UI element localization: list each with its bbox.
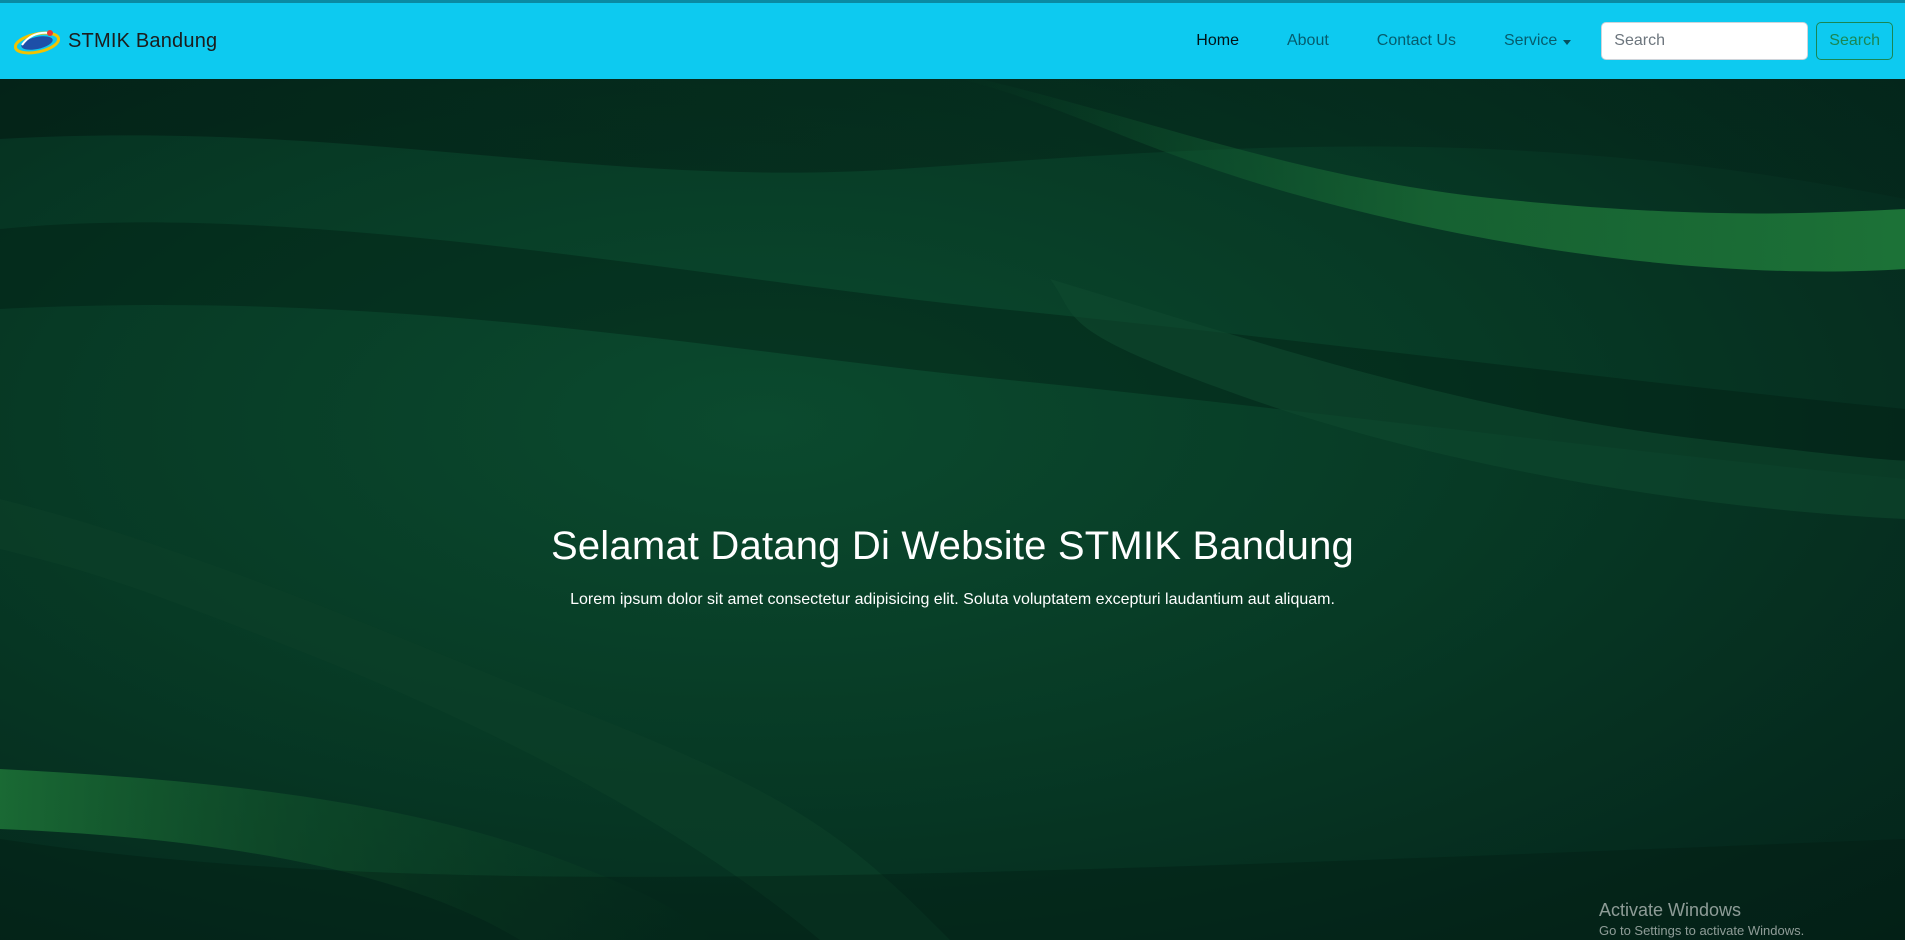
search-input[interactable] (1601, 22, 1809, 60)
hero-content: Selamat Datang Di Website STMIK Bandung … (0, 524, 1905, 609)
nav-link-home[interactable]: Home (1172, 24, 1263, 58)
navbar: STMIK Bandung Home About Contact Us Serv… (0, 0, 1905, 79)
nav-link-about[interactable]: About (1263, 24, 1353, 58)
nav-menu: Home About Contact Us Service Search (1172, 22, 1893, 60)
nav-link-label: About (1286, 32, 1329, 49)
stmik-logo-icon (13, 30, 61, 55)
activate-windows-watermark: Activate Windows Go to Settings to activ… (1599, 900, 1804, 938)
nav-dropdown-service[interactable]: Service (1480, 24, 1595, 58)
hero-title: Selamat Datang Di Website STMIK Bandung (550, 524, 1354, 568)
nav-link-label: Contact Us (1376, 32, 1456, 49)
hero-subtitle: Lorem ipsum dolor sit amet consectetur a… (570, 591, 1335, 608)
nav-link-label: Home (1196, 32, 1239, 49)
hero-background-waves (0, 79, 1905, 940)
search-button[interactable]: Search (1816, 22, 1893, 60)
brand-name: STMIK Bandung (68, 29, 218, 52)
caret-down-icon (1563, 39, 1572, 45)
watermark-title: Activate Windows (1599, 900, 1742, 920)
hero-section: Selamat Datang Di Website STMIK Bandung … (0, 79, 1905, 940)
search-form: Search (1601, 22, 1893, 60)
nav-link-contact-us[interactable]: Contact Us (1353, 24, 1480, 58)
page: STMIK Bandung Home About Contact Us Serv… (0, 0, 1905, 940)
brand-link[interactable]: STMIK Bandung (12, 23, 217, 59)
nav-link-label: Service (1503, 32, 1558, 49)
watermark-subtitle: Go to Settings to activate Windows. (1599, 923, 1805, 938)
